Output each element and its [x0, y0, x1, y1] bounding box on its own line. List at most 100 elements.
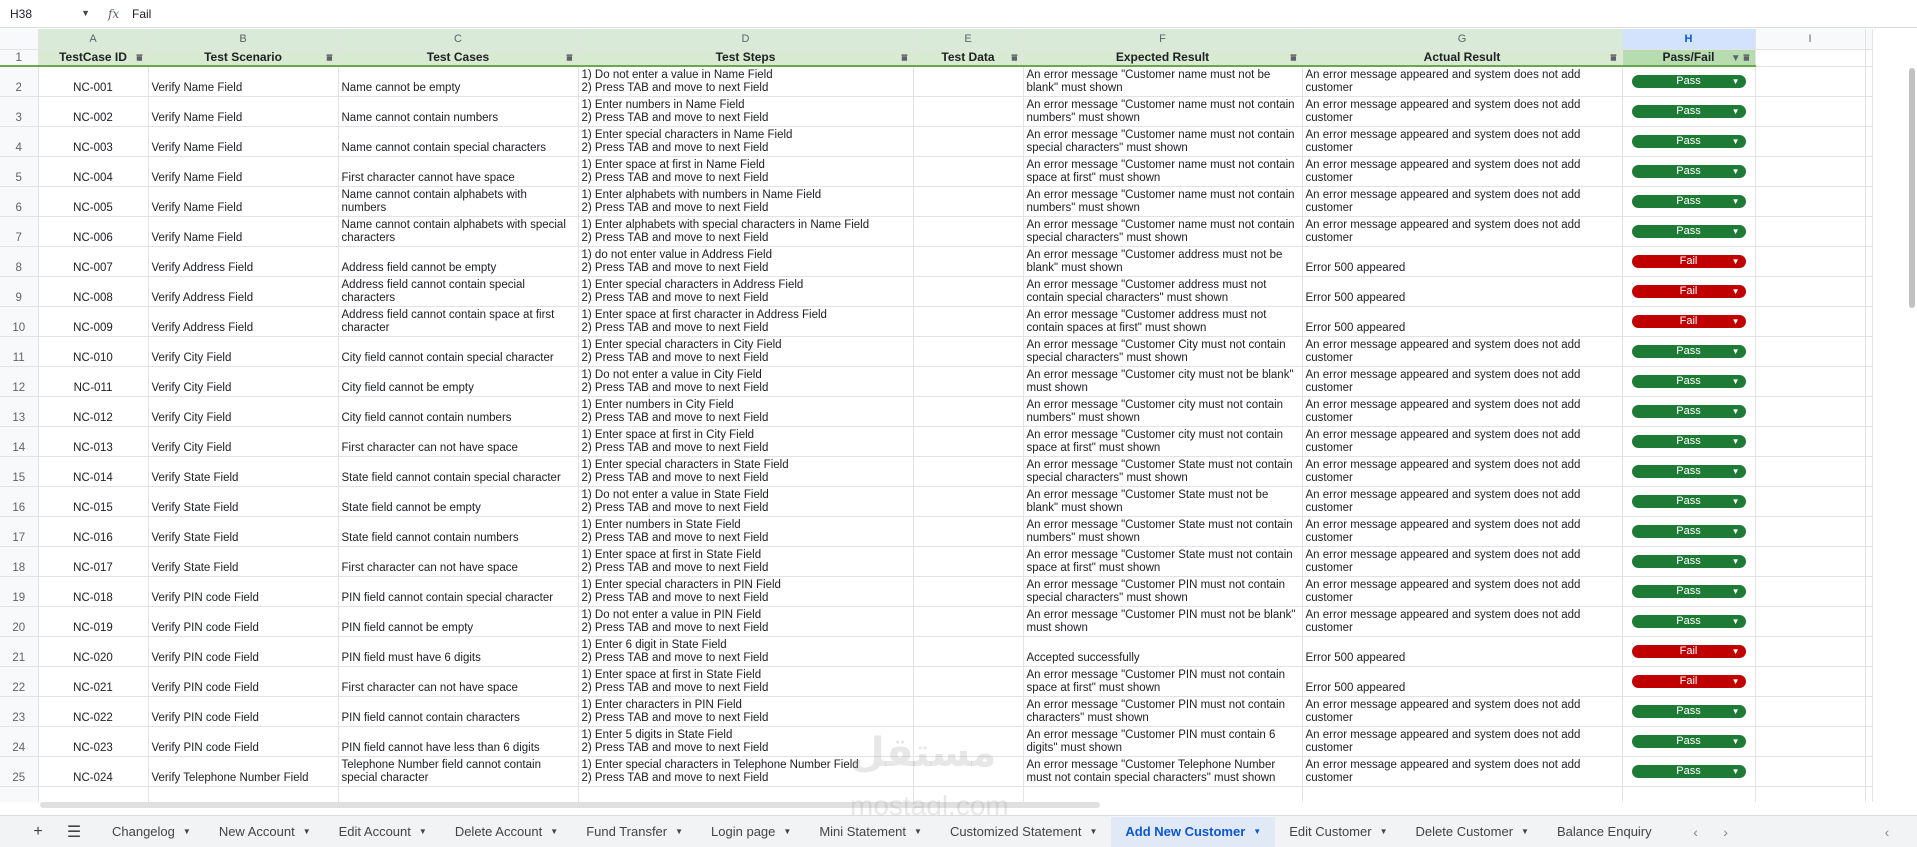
cell-actual[interactable]: An error message appeared and system doe… [1302, 486, 1623, 517]
row-header[interactable]: 7 [0, 216, 39, 247]
chevron-down-icon[interactable]: ▼ [419, 827, 427, 836]
row-header[interactable]: 3 [0, 96, 39, 127]
cell-expected[interactable]: An error message "Customer State must no… [1023, 546, 1303, 577]
row-header[interactable]: 8 [0, 246, 39, 277]
row-header[interactable]: 16 [0, 486, 39, 517]
empty-cell[interactable] [1755, 456, 1866, 487]
empty-cell[interactable] [1865, 636, 1873, 667]
chevron-down-icon[interactable]: ▼ [1732, 195, 1740, 208]
cell-scenario[interactable]: Verify Name Field [148, 96, 339, 127]
filter-icon[interactable]: ⩸ [901, 53, 907, 64]
empty-cell[interactable] [1755, 336, 1866, 367]
cell-status[interactable]: Pass ▼ [1622, 366, 1756, 397]
cell-actual[interactable]: An error message appeared and system doe… [1302, 216, 1623, 247]
cell-case[interactable]: First character can not have space [338, 666, 579, 697]
row-header[interactable]: 1 [0, 49, 39, 67]
add-sheet-icon[interactable]: + [22, 823, 54, 841]
status-dropdown[interactable]: Pass ▼ [1631, 734, 1746, 748]
status-dropdown[interactable]: Pass ▼ [1631, 764, 1746, 778]
row-header[interactable]: 19 [0, 576, 39, 607]
chevron-down-icon[interactable]: ▼ [1732, 495, 1740, 508]
tab-edit-customer[interactable]: Edit Customer ▼ [1275, 817, 1401, 847]
tab-add-new-customer[interactable]: Add New Customer ▼ [1111, 816, 1276, 847]
chevron-down-icon[interactable]: ▼ [1732, 645, 1740, 658]
cell-actual[interactable]: An error message appeared and system doe… [1302, 606, 1623, 637]
column-header-d[interactable]: D [578, 29, 914, 50]
spreadsheet-grid[interactable]: ABCDEFGHI 1 TestCase ID ⩸ Test Scenario ⩸ Tes… [0, 29, 1917, 802]
status-dropdown[interactable]: Pass ▼ [1631, 434, 1746, 448]
cell-steps[interactable]: 1) Enter special characters in City Fiel… [578, 336, 914, 367]
empty-cell[interactable] [1755, 756, 1866, 787]
cell-id[interactable]: NC-018 [38, 576, 149, 607]
name-box[interactable]: H38 ▼ [6, 3, 96, 25]
row-header[interactable]: 15 [0, 456, 39, 487]
header-cell[interactable]: Actual Result ⩸ [1302, 49, 1623, 67]
cell-expected[interactable]: An error message "Customer PIN must not … [1023, 576, 1303, 607]
cell-id[interactable]: NC-022 [38, 696, 149, 727]
empty-cell[interactable] [1865, 186, 1873, 217]
cell-case[interactable]: State field cannot contain numbers [338, 516, 579, 547]
table-row[interactable]: 10 NC-009 Verify Address Field Address fiel… [0, 306, 1873, 337]
cell-actual[interactable]: Error 500 appeared [1302, 306, 1623, 337]
empty-cell[interactable] [1755, 156, 1866, 187]
cell-actual[interactable]: An error message appeared and system doe… [1302, 726, 1623, 757]
cell-id[interactable]: NC-003 [38, 126, 149, 157]
chevron-down-icon[interactable]: ▼ [183, 827, 191, 836]
cell-scenario[interactable]: Verify Name Field [148, 126, 339, 157]
column-header-blank[interactable] [1865, 29, 1873, 50]
cell-steps[interactable]: 1) Enter space at first character in Add… [578, 306, 914, 337]
cell-expected[interactable]: An error message "Customer State must no… [1023, 456, 1303, 487]
cell-data[interactable] [913, 546, 1024, 577]
cell-case[interactable]: City field cannot be empty [338, 366, 579, 397]
status-dropdown[interactable]: Pass ▼ [1631, 584, 1746, 598]
cell-status[interactable]: Pass ▼ [1622, 576, 1756, 607]
cell-expected[interactable]: An error message "Customer PIN must cont… [1023, 726, 1303, 757]
cell-id[interactable]: NC-017 [38, 546, 149, 577]
cell-case[interactable]: First character can not have space [338, 426, 579, 457]
row-header[interactable]: 23 [0, 696, 39, 727]
filter-icon[interactable]: ▼ ⩸ [1731, 53, 1750, 64]
cell-status[interactable]: Fail ▼ [1622, 246, 1756, 277]
cell-scenario[interactable]: Verify Name Field [148, 66, 339, 97]
empty-cell[interactable] [1755, 216, 1866, 247]
cell-data[interactable] [913, 216, 1024, 247]
cell-scenario[interactable]: Verify Name Field [148, 186, 339, 217]
header-cell[interactable]: Test Scenario ⩸ [148, 49, 339, 67]
empty-cell[interactable] [1755, 786, 1866, 802]
header-cell[interactable]: Expected Result ⩸ [1023, 49, 1303, 67]
cell-id[interactable]: NC-007 [38, 246, 149, 277]
empty-cell[interactable] [1302, 786, 1623, 802]
tab-mini-statement[interactable]: Mini Statement ▼ [805, 817, 936, 847]
cell-scenario[interactable]: Verify City Field [148, 426, 339, 457]
status-dropdown[interactable]: Pass ▼ [1631, 374, 1746, 388]
empty-cell[interactable] [148, 786, 339, 802]
cell-expected[interactable]: An error message "Customer name must not… [1023, 216, 1303, 247]
cell-status[interactable]: Pass ▼ [1622, 336, 1756, 367]
cell-actual[interactable]: Error 500 appeared [1302, 276, 1623, 307]
empty-cell[interactable] [1755, 546, 1866, 577]
row-header[interactable]: 13 [0, 396, 39, 427]
chevron-down-icon[interactable]: ▼ [550, 827, 558, 836]
cell-scenario[interactable]: Verify State Field [148, 486, 339, 517]
cell-data[interactable] [913, 156, 1024, 187]
status-dropdown[interactable]: Pass ▼ [1631, 134, 1746, 148]
cell-case[interactable]: PIN field cannot contain special charact… [338, 576, 579, 607]
empty-cell[interactable] [1755, 246, 1866, 277]
empty-cell[interactable] [1865, 546, 1873, 577]
empty-cell[interactable] [1865, 126, 1873, 157]
chevron-down-icon[interactable]: ▼ [1732, 675, 1740, 688]
row-header[interactable] [0, 786, 39, 802]
cell-data[interactable] [913, 396, 1024, 427]
status-dropdown[interactable]: Pass ▼ [1631, 464, 1746, 478]
chevron-down-icon[interactable]: ▼ [1732, 375, 1740, 388]
cell-scenario[interactable]: Verify PIN code Field [148, 636, 339, 667]
row-header[interactable]: 5 [0, 156, 39, 187]
table-row[interactable]: 7 NC-006 Verify Name Field Name cannot cont… [0, 216, 1873, 247]
table-row[interactable]: 16 NC-015 Verify State Field State field ca… [0, 486, 1873, 517]
cell-status[interactable]: Pass ▼ [1622, 606, 1756, 637]
cell-steps[interactable]: 1) Enter space at first in State Field 2… [578, 546, 914, 577]
empty-cell[interactable] [1865, 396, 1873, 427]
cell-scenario[interactable]: Verify State Field [148, 516, 339, 547]
empty-cell[interactable] [1755, 306, 1866, 337]
cell-id[interactable]: NC-009 [38, 306, 149, 337]
